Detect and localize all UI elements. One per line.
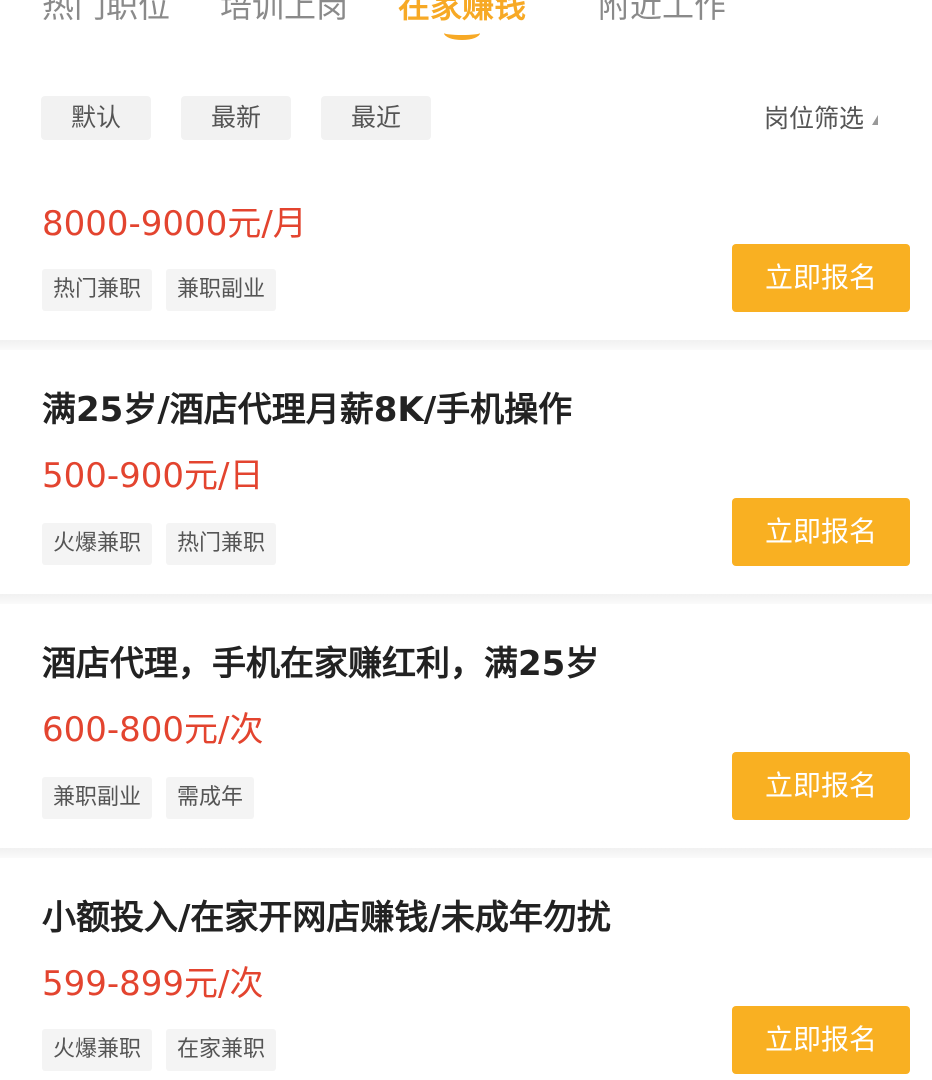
job-list-page: 热门职位 培训上岗 在家赚钱 附近工作 默认 最新 最近 岗位筛选 8000-9… xyxy=(0,0,932,1080)
tab-training[interactable]: 培训上岗 xyxy=(220,0,348,28)
job-tags: 兼职副业 需成年 xyxy=(42,777,268,819)
filter-bar: 默认 最新 最近 岗位筛选 xyxy=(0,96,932,142)
job-tags: 热门兼职 兼职副业 xyxy=(42,269,290,311)
job-title: 满25岁/酒店代理月薪8K/手机操作 xyxy=(42,390,573,430)
triangle-down-icon xyxy=(872,115,878,125)
tab-label: 培训上岗 xyxy=(220,0,349,25)
job-salary: 8000-9000元/月 xyxy=(42,204,307,244)
job-tag: 兼职副业 xyxy=(166,269,277,311)
tab-label: 附近工作 xyxy=(598,0,727,25)
job-tag: 热门兼职 xyxy=(42,269,153,311)
job-tag: 火爆兼职 xyxy=(42,523,153,565)
job-tags: 火爆兼职 热门兼职 xyxy=(42,523,290,565)
job-filter-button[interactable]: 岗位筛选 xyxy=(764,96,878,140)
job-tag: 火爆兼职 xyxy=(42,1029,153,1071)
card-divider xyxy=(0,340,932,350)
job-title: 小额投入/在家开网店赚钱/未成年勿扰 xyxy=(42,898,611,938)
apply-button[interactable]: 立即报名 xyxy=(732,498,910,566)
sort-newest-button[interactable]: 最新 xyxy=(181,96,291,140)
job-title: 酒店代理，手机在家赚红利，满25岁 xyxy=(42,644,600,684)
job-card[interactable]: 酒店代理，手机在家赚红利，满25岁 600-800元/次 兼职副业 需成年 立即报… xyxy=(0,604,932,848)
apply-button[interactable]: 立即报名 xyxy=(732,244,910,312)
job-tag: 热门兼职 xyxy=(166,523,277,565)
job-salary: 500-900元/日 xyxy=(42,456,264,496)
tab-work-from-home[interactable]: 在家赚钱 xyxy=(398,0,527,40)
tab-nearby-jobs[interactable]: 附近工作 xyxy=(598,0,726,28)
apply-button[interactable]: 立即报名 xyxy=(732,1006,910,1074)
job-salary: 600-800元/次 xyxy=(42,710,264,750)
tab-label: 在家赚钱 xyxy=(398,0,527,25)
job-card[interactable]: 8000-9000元/月 热门兼职 兼职副业 立即报名 xyxy=(0,160,932,340)
job-filter-label: 岗位筛选 xyxy=(763,104,864,133)
active-tab-indicator xyxy=(444,26,480,40)
job-tag: 兼职副业 xyxy=(42,777,153,819)
job-tags: 火爆兼职 在家兼职 xyxy=(42,1029,290,1071)
tab-hot-jobs[interactable]: 热门职位 xyxy=(42,0,170,28)
category-tabs: 热门职位 培训上岗 在家赚钱 附近工作 xyxy=(0,0,932,60)
job-salary: 599-899元/次 xyxy=(42,964,264,1004)
job-card[interactable]: 小额投入/在家开网店赚钱/未成年勿扰 599-899元/次 火爆兼职 在家兼职 立… xyxy=(0,858,932,1080)
sort-default-button[interactable]: 默认 xyxy=(41,96,151,140)
job-tag: 需成年 xyxy=(166,777,255,819)
card-divider xyxy=(0,848,932,858)
card-divider xyxy=(0,594,932,604)
job-card[interactable]: 满25岁/酒店代理月薪8K/手机操作 500-900元/日 火爆兼职 热门兼职 立… xyxy=(0,350,932,594)
job-tag: 在家兼职 xyxy=(166,1029,277,1071)
sort-nearest-button[interactable]: 最近 xyxy=(321,96,431,140)
tab-label: 热门职位 xyxy=(42,0,171,25)
apply-button[interactable]: 立即报名 xyxy=(732,752,910,820)
